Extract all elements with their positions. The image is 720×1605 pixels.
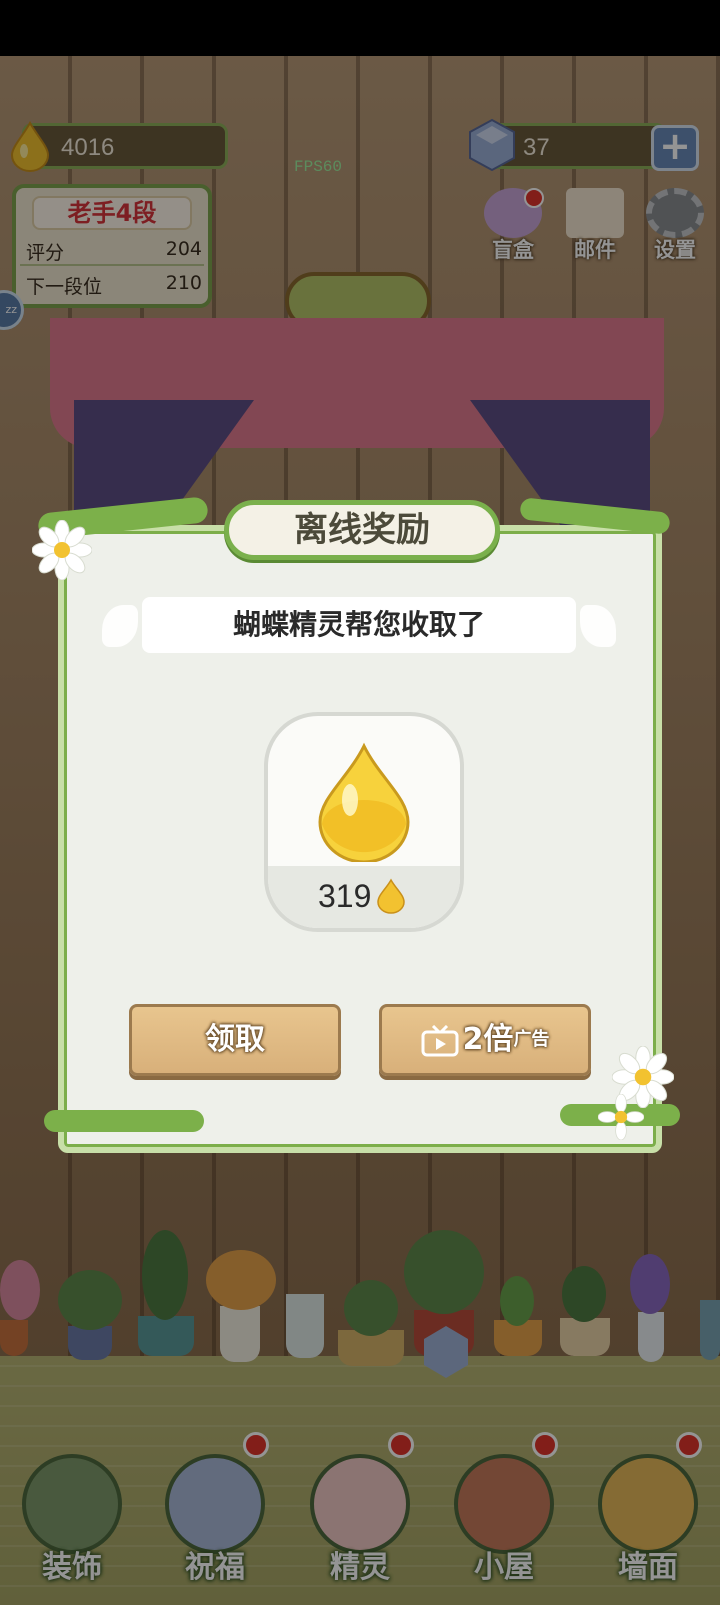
claim-label: 领取 bbox=[205, 1022, 265, 1057]
honey-drop-icon bbox=[377, 878, 405, 914]
double-reward-ad-button[interactable]: 2倍广告 bbox=[379, 1004, 591, 1076]
dialog-title: 离线奖励 bbox=[224, 500, 500, 560]
double-label: 2倍 bbox=[462, 1022, 514, 1057]
claim-button[interactable]: 领取 bbox=[129, 1004, 341, 1076]
reward-amount: 319 bbox=[318, 878, 372, 914]
reward-card: 319 bbox=[264, 712, 464, 932]
status-bar bbox=[0, 0, 720, 56]
vine-decoration bbox=[44, 1110, 204, 1132]
daisy-icon bbox=[32, 520, 92, 580]
honey-drop-icon bbox=[318, 742, 410, 862]
ad-tag: 广告 bbox=[513, 1029, 550, 1050]
dialog-subtitle: 蝴蝶精灵帮您收取了 bbox=[142, 597, 576, 653]
daisy-icon bbox=[598, 1094, 644, 1140]
tv-icon bbox=[421, 1024, 459, 1056]
